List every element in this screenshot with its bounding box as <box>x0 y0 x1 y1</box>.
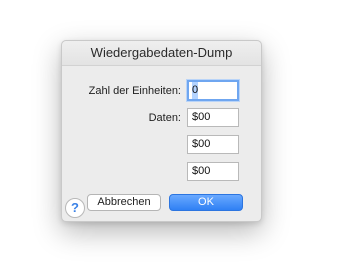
dialog-title: Wiedergabedaten-Dump <box>90 45 233 60</box>
data-input-3[interactable]: $00 <box>187 162 239 181</box>
units-label: Zahl der Einheiten: <box>88 85 181 97</box>
dump-dialog: Wiedergabedaten-Dump Zahl der Einheiten:… <box>61 40 262 222</box>
data-label: Daten: <box>148 112 181 124</box>
data-input-1[interactable]: $00 <box>187 108 239 127</box>
cancel-button[interactable]: Abbrechen <box>87 194 161 211</box>
data-value-3: $00 <box>192 165 211 177</box>
dialog-titlebar[interactable]: Wiedergabedaten-Dump <box>62 41 261 66</box>
help-icon[interactable]: ? <box>65 198 85 218</box>
data-value-1: $00 <box>192 111 211 123</box>
units-input[interactable]: 0 <box>187 80 239 101</box>
data-input-2[interactable]: $00 <box>187 135 239 154</box>
units-value: 0 <box>192 82 199 99</box>
ok-button[interactable]: OK <box>169 194 243 211</box>
data-value-2: $00 <box>192 138 211 150</box>
